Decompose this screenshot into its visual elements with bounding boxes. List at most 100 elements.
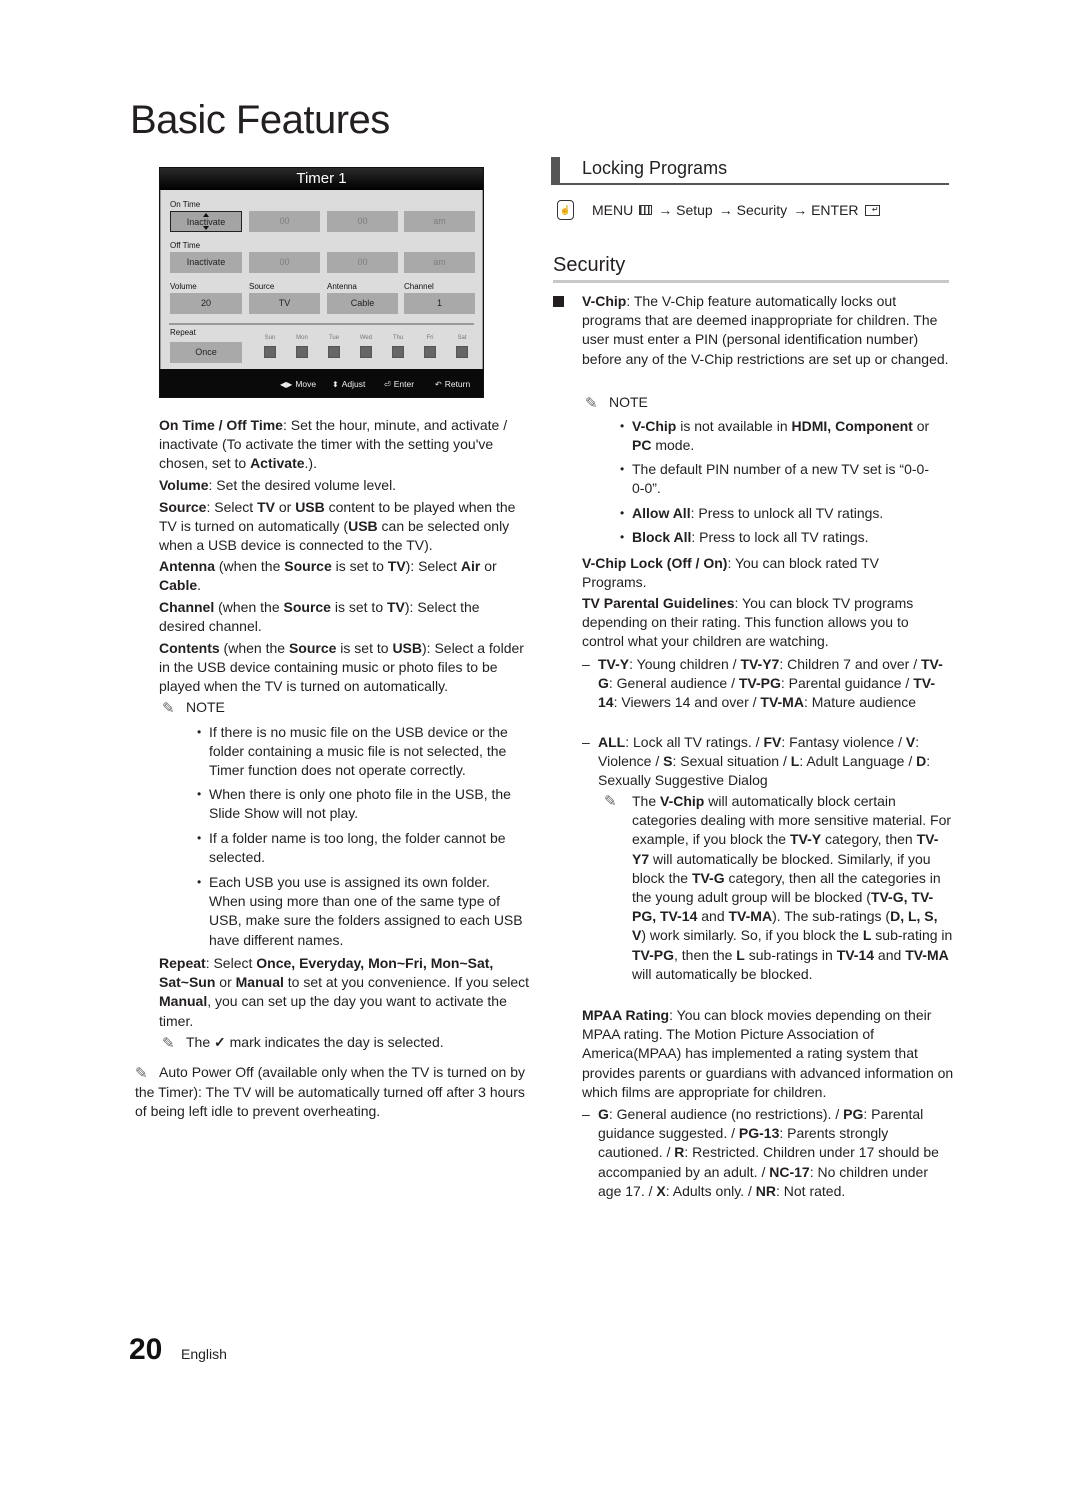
footer-return[interactable]: ↶ Return — [435, 379, 470, 389]
channel-field[interactable]: 1 — [404, 293, 475, 314]
on-time-label: On Time — [170, 200, 201, 209]
footer-move[interactable]: ◀▶ Move — [280, 379, 316, 389]
bold-term: R — [674, 1144, 685, 1161]
day-wed[interactable]: Wed — [355, 335, 377, 358]
day-checkbox[interactable] — [392, 346, 404, 358]
mpaa-desc: MPAA Rating: You can block movies depend… — [582, 1007, 954, 1100]
bold-term: TV-G — [691, 869, 725, 886]
menu-path: ☝ MENU → Setup → Security → ENTER ↵ — [557, 200, 880, 220]
day-checkbox[interactable] — [264, 346, 276, 358]
sub-ratings-list: – ALL: Lock all TV ratings. / FV: Fantasy… — [582, 734, 931, 789]
menu-icon — [639, 205, 653, 215]
vchip-block-note: ✎ The V-Chip will automatically block cer… — [604, 793, 953, 982]
day-checkbox[interactable] — [360, 346, 372, 358]
list-item: • If a folder name is too long, the folde… — [197, 830, 506, 866]
list-item: • The default PIN number of a new TV set … — [620, 461, 929, 497]
on-time-minute-field[interactable]: 00 — [327, 211, 398, 232]
on-time-hour-field[interactable]: 00 — [249, 211, 320, 232]
day-tue[interactable]: Tue — [323, 335, 345, 358]
page-number: 20 — [129, 1333, 163, 1366]
return-icon: ↶ — [435, 379, 442, 389]
bold-term: NR — [755, 1182, 776, 1199]
antenna-label: Antenna — [327, 282, 357, 291]
footer-enter[interactable]: ⏎ Enter — [384, 379, 414, 389]
square-bullet-icon — [553, 296, 564, 307]
day-checkbox[interactable] — [328, 346, 340, 358]
on-time-ampm-field[interactable]: am — [404, 211, 475, 232]
off-time-label: Off Time — [170, 241, 201, 250]
pencil-note-icon: ✎ — [135, 1064, 148, 1082]
bold-term: FV — [763, 734, 782, 750]
remote-hand-icon: ☝ — [557, 200, 574, 220]
section-bar-decoration — [551, 157, 560, 184]
list-item: • Allow All: Press to unlock all TV ratin… — [620, 505, 884, 521]
off-time-ampm-field[interactable]: am — [404, 252, 475, 273]
bold-term: V-Chip — [660, 793, 705, 809]
contents-desc: Contents (when the Source is set to USB)… — [159, 640, 524, 695]
bold-term: TV-Y — [789, 831, 822, 848]
antenna-desc: Antenna (when the Source is set to TV): … — [159, 558, 497, 594]
volume-desc: Volume: Set the desired volume level. — [159, 477, 397, 493]
volume-field[interactable]: 20 — [170, 293, 242, 314]
check-mark-icon: ✓ — [214, 1034, 226, 1050]
bold-term: PG-13 — [738, 1125, 780, 1142]
bold-term: TV-MA — [728, 908, 773, 925]
repeat-label: Repeat — [170, 328, 196, 337]
arrow-down-icon — [203, 226, 209, 230]
antenna-field[interactable]: Cable — [327, 293, 398, 314]
bold-term: G — [598, 1106, 609, 1122]
bold-term: ALL — [598, 734, 626, 750]
day-checkbox[interactable] — [456, 346, 468, 358]
page-title: Basic Features — [130, 98, 390, 142]
bold-term: TV-PG — [738, 675, 781, 692]
list-item: • V-Chip is not available in HDMI, Compon… — [620, 418, 930, 454]
bold-term: TV-14 — [836, 946, 875, 963]
enter-icon: ⏎ — [384, 379, 391, 389]
footer-adjust[interactable]: ⬍ Adjust — [332, 379, 365, 389]
tv-ratings-list: – TV-Y: Young children / TV-Y7: Children … — [582, 656, 943, 711]
page-language: English — [181, 1346, 227, 1362]
pencil-note-icon: ✎ — [604, 793, 617, 810]
bold-term: NC-17 — [769, 1163, 810, 1180]
timer-divider — [169, 323, 474, 325]
bold-term: V — [905, 734, 916, 750]
off-time-state-field[interactable]: Inactivate — [170, 252, 242, 273]
volume-label: Volume — [170, 282, 197, 291]
day-checkbox[interactable] — [424, 346, 436, 358]
off-time-minute-field[interactable]: 00 — [327, 252, 398, 273]
list-item: • If there is no music file on the USB de… — [197, 724, 508, 779]
timer-body: On Time Inactivate 00 00 am Off Time Ina… — [160, 190, 483, 369]
tv-parental-desc: TV Parental Guidelines: You can block TV… — [582, 595, 914, 650]
source-desc: Source: Select TV or USB content to be p… — [159, 499, 516, 554]
repeat-desc: Repeat: Select Once, Everyday, Mon~Fri, … — [159, 955, 530, 1029]
day-sun[interactable]: Sun — [259, 335, 281, 358]
arrow-up-icon — [203, 213, 209, 217]
bold-term: TV-PG — [632, 946, 675, 963]
on-time-state-field[interactable]: Inactivate — [170, 211, 242, 232]
subsection-title: Security — [553, 254, 626, 276]
timer-title: Timer 1 — [160, 168, 483, 190]
pencil-note-icon: ✎ — [162, 699, 175, 717]
day-thu[interactable]: Thu — [387, 335, 409, 358]
enter-icon: ↵ — [864, 204, 880, 216]
day-mon[interactable]: Mon — [291, 335, 313, 358]
note-heading-right: ✎ NOTE — [585, 394, 648, 412]
list-item: • When there is only one photo file in th… — [197, 786, 511, 822]
on-off-time-desc: On Time / Off Time: Set the hour, minute… — [159, 417, 508, 472]
channel-label: Channel — [404, 282, 434, 291]
check-mark-note: ✎ The ✓ mark indicates the day is selecte… — [162, 1034, 444, 1052]
bold-term: TV-Y7 — [740, 656, 780, 672]
day-fri[interactable]: Fri — [419, 335, 441, 358]
up-down-arrows-icon: ⬍ — [332, 379, 339, 389]
day-sat[interactable]: Sat — [451, 335, 473, 358]
repeat-field[interactable]: Once — [170, 342, 242, 363]
auto-power-off-note: ✎ Auto Power Off (available only when the… — [135, 1064, 526, 1120]
off-time-hour-field[interactable]: 00 — [249, 252, 320, 273]
source-field[interactable]: TV — [249, 293, 320, 314]
pencil-note-icon: ✎ — [585, 394, 598, 412]
timer-panel: Timer 1 On Time Inactivate 00 00 am Off … — [159, 167, 484, 398]
bold-term: TV-MA — [905, 946, 949, 963]
bold-term: D — [916, 753, 927, 770]
day-checkbox[interactable] — [296, 346, 308, 358]
source-label: Source — [249, 282, 275, 291]
